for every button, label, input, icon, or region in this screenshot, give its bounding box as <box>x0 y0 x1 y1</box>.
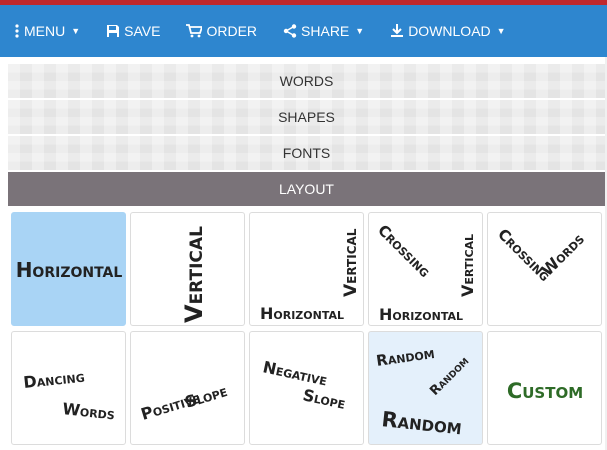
layout-vertical-preview: Vertical <box>180 226 208 323</box>
section-fonts[interactable]: FONTS <box>8 136 605 170</box>
layout-positive-slope[interactable]: Positive Slope <box>130 331 245 445</box>
download-button[interactable]: DOWNLOAD ▼ <box>390 23 506 39</box>
layout-random-preview: Random Random Random <box>375 344 472 439</box>
word-vertical: Vertical <box>180 226 208 323</box>
section-words[interactable]: WORDS <box>8 64 605 98</box>
word-slope: Slope <box>183 381 230 412</box>
order-label: ORDER <box>206 23 258 39</box>
word-words: Words <box>537 229 588 280</box>
share-button[interactable]: SHARE ▼ <box>283 23 364 39</box>
share-label: SHARE <box>301 23 350 39</box>
save-label: SAVE <box>124 23 161 39</box>
menu-button[interactable]: MENU ▼ <box>14 23 80 39</box>
word-random-3: Random <box>380 407 463 439</box>
save-icon <box>107 25 120 37</box>
word-negative: Negative <box>261 357 329 389</box>
section-layout[interactable]: LAYOUT <box>8 172 605 206</box>
layout-custom[interactable]: Custom <box>487 331 602 445</box>
word-crossing: Crossing <box>494 225 554 285</box>
caret-down-icon: ▼ <box>496 26 506 36</box>
download-label: DOWNLOAD <box>408 23 491 39</box>
caret-down-icon: ▼ <box>355 26 365 36</box>
order-button[interactable]: ORDER <box>186 23 257 39</box>
layout-random[interactable]: Random Random Random <box>368 331 483 445</box>
layout-options-grid: Horizontal Vertical Vertical Horizontal … <box>8 207 607 450</box>
word-words: Words <box>62 399 116 423</box>
layout-negative-slope[interactable]: Negative Slope <box>249 331 364 445</box>
word-vertical: Vertical <box>341 228 361 297</box>
layout-custom-preview: Custom <box>507 379 583 403</box>
word-horizontal: Horizontal <box>379 305 463 324</box>
section-shapes[interactable]: SHAPES <box>8 100 605 134</box>
layout-crossing-words[interactable]: Crossing Words <box>487 212 602 326</box>
layout-crossing-vertical-horizontal-preview: Crossing Vertical Horizontal <box>374 221 477 324</box>
settings-accordion: WORDS SHAPES FONTS LAYOUT <box>8 64 605 208</box>
layout-dancing-words[interactable]: Dancing Words <box>11 331 126 445</box>
word-slope: Slope <box>301 385 347 413</box>
word-random-1: Random <box>375 344 436 370</box>
share-icon <box>283 24 297 38</box>
word-dancing: Dancing <box>22 367 85 392</box>
layout-horizontal-preview: Horizontal <box>16 258 123 282</box>
caret-down-icon: ▼ <box>71 26 81 36</box>
layout-dancing-words-preview: Dancing Words <box>22 367 116 424</box>
layout-vertical[interactable]: Vertical <box>130 212 245 326</box>
word-horizontal: Horizontal <box>16 258 123 282</box>
word-custom: Custom <box>507 379 583 403</box>
layout-negative-slope-preview: Negative Slope <box>261 357 347 413</box>
download-icon <box>391 24 404 37</box>
menu-label: MENU <box>24 23 66 39</box>
layout-horizontal-vertical[interactable]: Vertical Horizontal <box>249 212 364 326</box>
cart-icon <box>186 24 203 38</box>
save-button[interactable]: SAVE <box>106 23 160 39</box>
word-vertical: Vertical <box>458 234 477 297</box>
toolbar: MENU ▼ SAVE ORDER SHARE ▼ DOWNLOAD ▼ <box>0 5 607 57</box>
layout-horizontal-vertical-preview: Vertical Horizontal <box>260 228 361 323</box>
layout-positive-slope-preview: Positive Slope <box>139 381 230 424</box>
layout-crossing-words-preview: Crossing Words <box>494 225 588 285</box>
vertical-dots-icon <box>15 24 19 38</box>
word-crossing: Crossing <box>374 221 434 281</box>
word-horizontal: Horizontal <box>260 304 344 323</box>
layout-crossing-vertical-horizontal[interactable]: Crossing Vertical Horizontal <box>368 212 483 326</box>
layout-horizontal[interactable]: Horizontal <box>11 212 126 326</box>
